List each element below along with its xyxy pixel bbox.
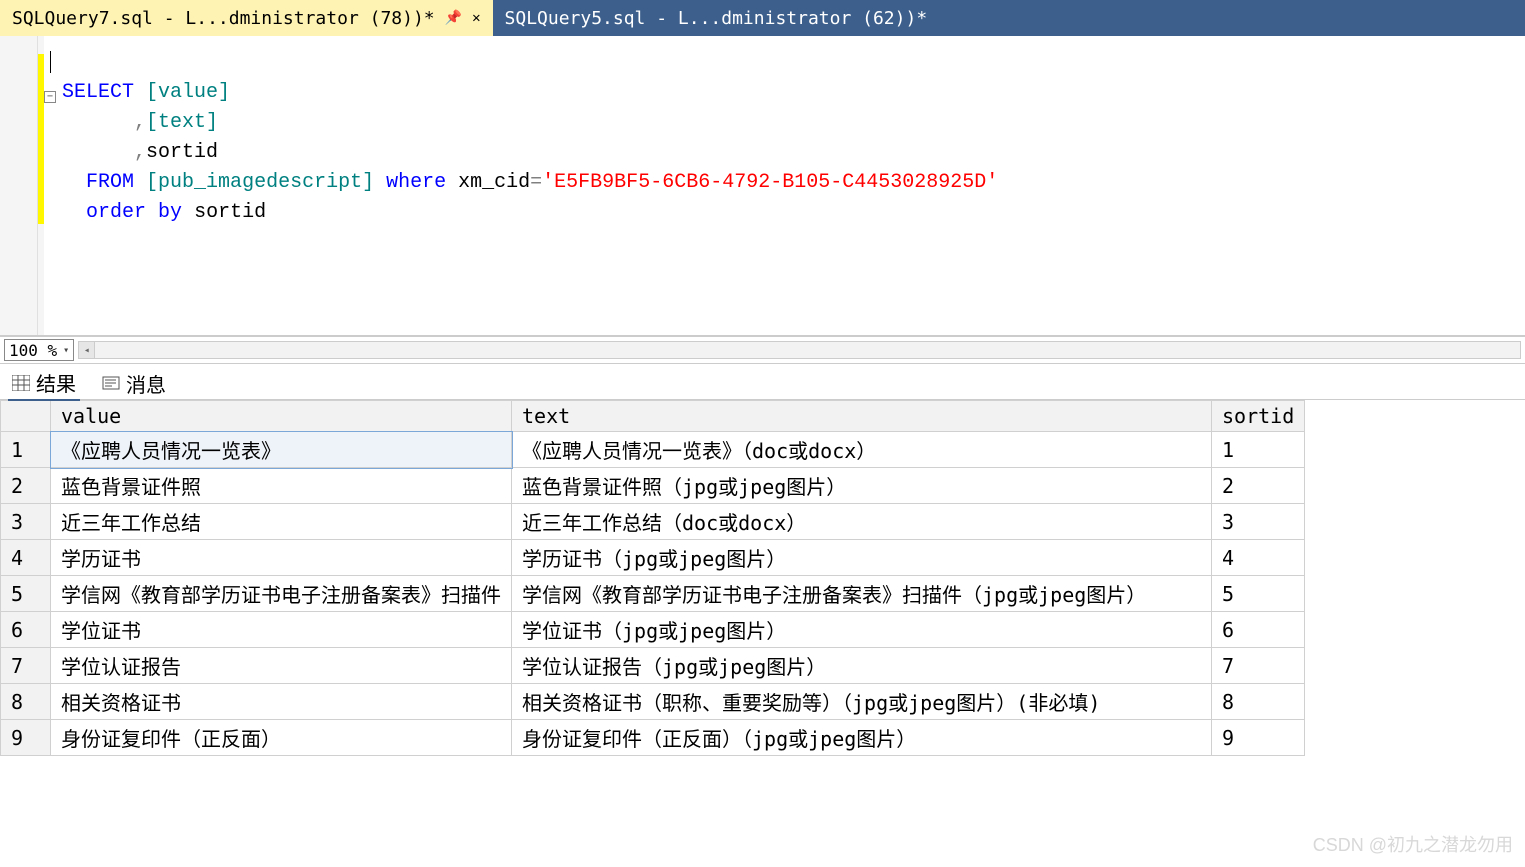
cell-text[interactable]: 《应聘人员情况一览表》（doc或docx） [512, 432, 1212, 468]
cell-text[interactable]: 学信网《教育部学历证书电子注册备案表》扫描件（jpg或jpeg图片） [512, 576, 1212, 612]
cell-value[interactable]: 蓝色背景证件照 [51, 468, 512, 504]
table-row[interactable]: 9身份证复印件（正反面）身份证复印件（正反面）（jpg或jpeg图片）9 [1, 720, 1305, 756]
tab-results-label: 结果 [36, 368, 76, 397]
tab-results[interactable]: 结果 [8, 366, 80, 401]
table-row[interactable]: 4学历证书学历证书（jpg或jpeg图片）4 [1, 540, 1305, 576]
col-header-sortid[interactable]: sortid [1212, 401, 1305, 432]
col-header-value[interactable]: value [51, 401, 512, 432]
result-tabs: 结果 消息 [0, 364, 1525, 400]
chevron-down-icon: ▾ [63, 345, 69, 356]
cell-sortid[interactable]: 4 [1212, 540, 1305, 576]
cell-value[interactable]: 学位证书 [51, 612, 512, 648]
row-number[interactable]: 9 [1, 720, 51, 756]
cell-sortid[interactable]: 3 [1212, 504, 1305, 540]
cell-sortid[interactable]: 5 [1212, 576, 1305, 612]
table-name: [pub_imagedescript] [146, 171, 374, 194]
editor-gutter [0, 36, 38, 335]
watermark: CSDN @初九之潜龙勿用 [1313, 831, 1513, 857]
col-sortid: sortid [194, 201, 266, 224]
row-number[interactable]: 6 [1, 612, 51, 648]
row-number[interactable]: 3 [1, 504, 51, 540]
editor-wrap: − SELECT [value] ,[text] ,sortid FROM [p… [0, 36, 1525, 336]
header-row: value text sortid [1, 401, 1305, 432]
row-number[interactable]: 8 [1, 684, 51, 720]
tab-query7[interactable]: SQLQuery7.sql - L...dministrator (78))* … [0, 0, 493, 36]
cell-value[interactable]: 《应聘人员情况一览表》 [51, 432, 512, 468]
row-number[interactable]: 1 [1, 432, 51, 468]
col-xmcid: xm_cid [458, 171, 530, 194]
cell-sortid[interactable]: 9 [1212, 720, 1305, 756]
results-grid[interactable]: value text sortid 1《应聘人员情况一览表》《应聘人员情况一览表… [0, 400, 1525, 756]
cell-value[interactable]: 近三年工作总结 [51, 504, 512, 540]
cell-text[interactable]: 蓝色背景证件照（jpg或jpeg图片） [512, 468, 1212, 504]
cell-text[interactable]: 近三年工作总结（doc或docx） [512, 504, 1212, 540]
grid-icon [12, 375, 30, 391]
cell-value[interactable]: 学位认证报告 [51, 648, 512, 684]
zoom-select[interactable]: 100 % ▾ [4, 339, 74, 361]
zoom-bar: 100 % ▾ ◂ [0, 336, 1525, 364]
cell-sortid[interactable]: 8 [1212, 684, 1305, 720]
tab-label: SQLQuery7.sql - L...dministrator (78))* [12, 8, 435, 29]
table-row[interactable]: 2蓝色背景证件照蓝色背景证件照（jpg或jpeg图片）2 [1, 468, 1305, 504]
kw-where: where [386, 171, 446, 194]
col-text: [text] [146, 111, 218, 134]
cell-sortid[interactable]: 6 [1212, 612, 1305, 648]
kw-by: by [158, 201, 182, 224]
messages-icon [102, 376, 120, 392]
row-number[interactable]: 4 [1, 540, 51, 576]
col-value: [value] [146, 81, 230, 104]
code-editor[interactable]: SELECT [value] ,[text] ,sortid FROM [pub… [0, 36, 1525, 336]
row-number[interactable]: 2 [1, 468, 51, 504]
code-text[interactable]: SELECT [value] ,[text] ,sortid FROM [pub… [44, 36, 1525, 335]
row-number[interactable]: 7 [1, 648, 51, 684]
cell-value[interactable]: 学信网《教育部学历证书电子注册备案表》扫描件 [51, 576, 512, 612]
text-cursor [50, 51, 51, 73]
table-row[interactable]: 7学位认证报告学位认证报告（jpg或jpeg图片）7 [1, 648, 1305, 684]
cell-sortid[interactable]: 1 [1212, 432, 1305, 468]
tab-label: SQLQuery5.sql - L...dministrator (62))* [505, 8, 928, 29]
document-tabs: SQLQuery7.sql - L...dministrator (78))* … [0, 0, 1525, 36]
horizontal-scrollbar[interactable]: ◂ [78, 341, 1521, 359]
comma: , [134, 111, 146, 134]
cell-text[interactable]: 相关资格证书（职称、重要奖励等）（jpg或jpeg图片）(非必填) [512, 684, 1212, 720]
table-row[interactable]: 6学位证书学位证书（jpg或jpeg图片）6 [1, 612, 1305, 648]
close-icon[interactable]: ✕ [472, 10, 480, 26]
kw-select: SELECT [62, 81, 134, 104]
cell-text[interactable]: 身份证复印件（正反面）（jpg或jpeg图片） [512, 720, 1212, 756]
table-row[interactable]: 3近三年工作总结近三年工作总结（doc或docx）3 [1, 504, 1305, 540]
pin-icon[interactable]: 📌 [445, 10, 462, 26]
kw-order: order [86, 201, 146, 224]
kw-from: FROM [86, 171, 134, 194]
col-header-text[interactable]: text [512, 401, 1212, 432]
cell-sortid[interactable]: 2 [1212, 468, 1305, 504]
scroll-left-icon[interactable]: ◂ [79, 342, 95, 358]
string-literal: 'E5FB9BF5-6CB6-4792-B105-C4453028925D' [542, 171, 998, 194]
cell-text[interactable]: 学位认证报告（jpg或jpeg图片） [512, 648, 1212, 684]
table-row[interactable]: 5学信网《教育部学历证书电子注册备案表》扫描件学信网《教育部学历证书电子注册备案… [1, 576, 1305, 612]
comma: , [134, 141, 146, 164]
cell-text[interactable]: 学历证书（jpg或jpeg图片） [512, 540, 1212, 576]
table-row[interactable]: 8相关资格证书相关资格证书（职称、重要奖励等）（jpg或jpeg图片）(非必填)… [1, 684, 1305, 720]
fold-toggle-icon[interactable]: − [44, 91, 56, 103]
results-table: value text sortid 1《应聘人员情况一览表》《应聘人员情况一览表… [0, 400, 1305, 756]
tab-messages-label: 消息 [126, 369, 166, 398]
cell-sortid[interactable]: 7 [1212, 648, 1305, 684]
op-eq: = [530, 171, 542, 194]
tab-messages[interactable]: 消息 [98, 367, 170, 400]
cell-value[interactable]: 相关资格证书 [51, 684, 512, 720]
row-number[interactable]: 5 [1, 576, 51, 612]
table-row[interactable]: 1《应聘人员情况一览表》《应聘人员情况一览表》（doc或docx）1 [1, 432, 1305, 468]
col-sortid: sortid [146, 141, 218, 164]
zoom-value: 100 % [9, 341, 57, 360]
cell-text[interactable]: 学位证书（jpg或jpeg图片） [512, 612, 1212, 648]
row-header-blank[interactable] [1, 401, 51, 432]
cell-value[interactable]: 身份证复印件（正反面） [51, 720, 512, 756]
tab-query5[interactable]: SQLQuery5.sql - L...dministrator (62))* [493, 0, 940, 36]
cell-value[interactable]: 学历证书 [51, 540, 512, 576]
